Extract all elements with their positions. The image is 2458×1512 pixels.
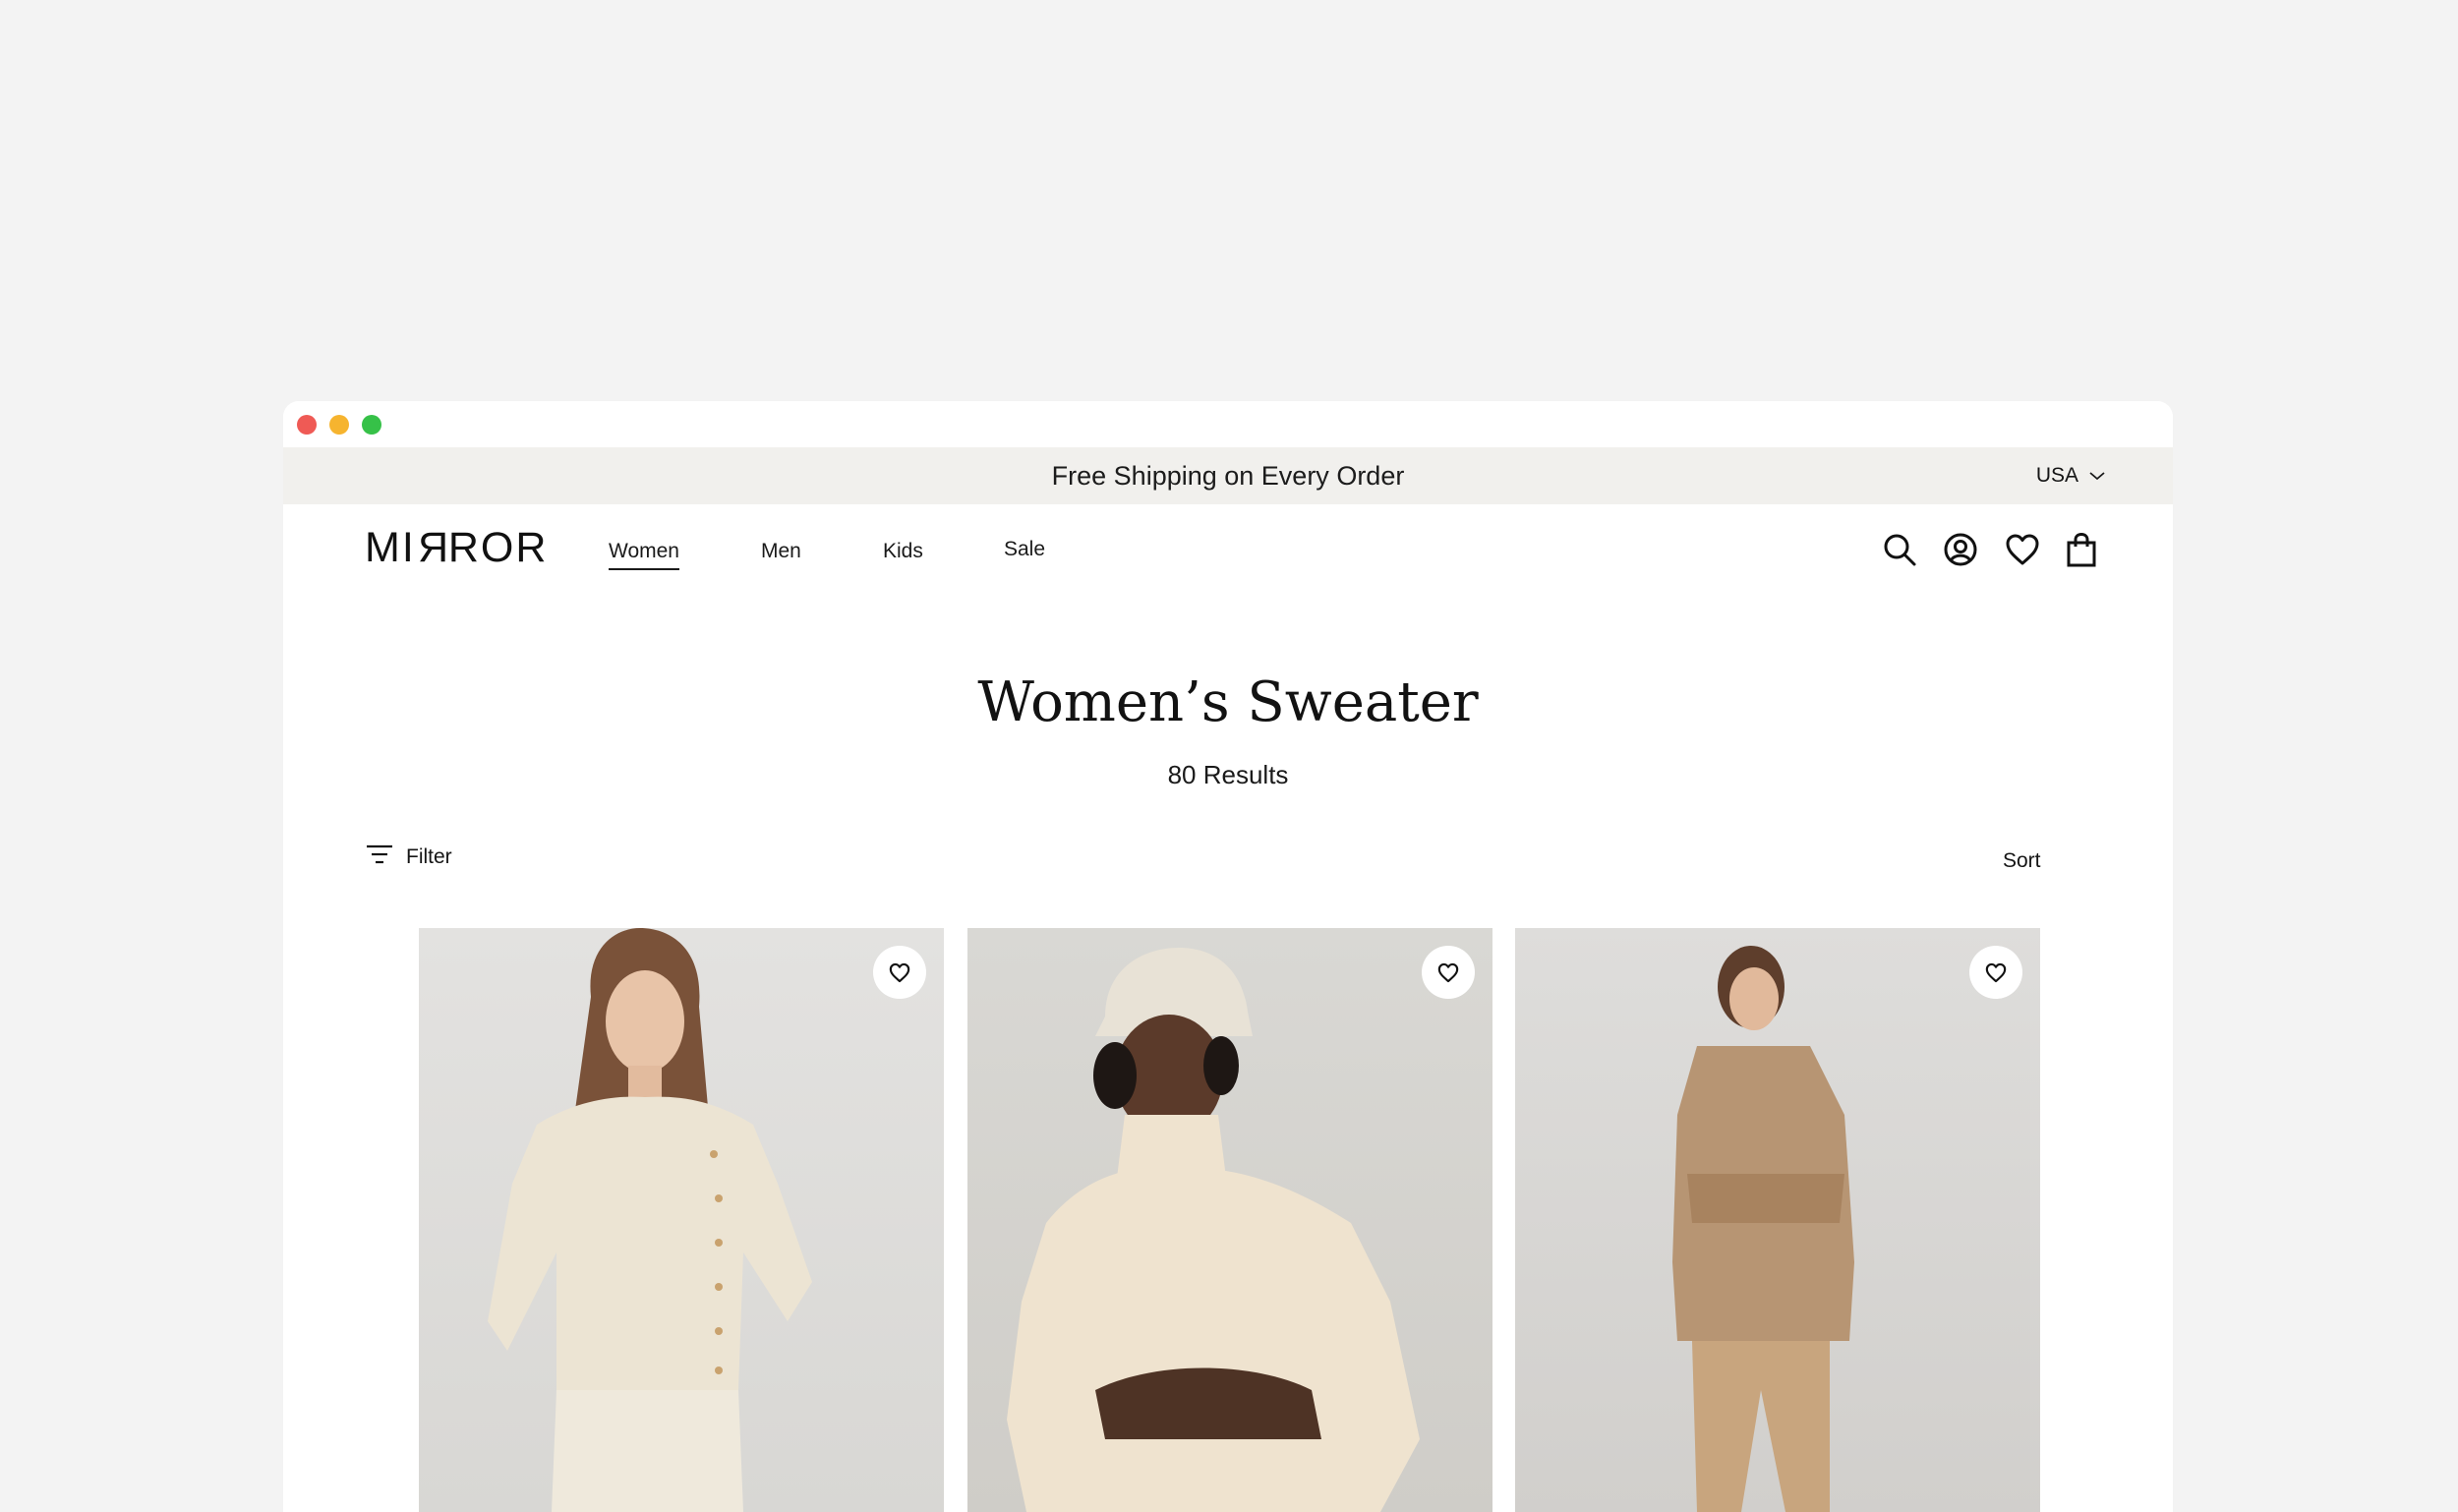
product-image [1515, 928, 2040, 1512]
region-selector[interactable]: USA [2036, 447, 2106, 504]
filter-icon [365, 843, 394, 871]
shopping-bag-icon[interactable] [2062, 530, 2101, 569]
filter-label: Filter [406, 845, 452, 868]
main-navigation: MIRROR Women Men Kids Sale [283, 504, 2173, 603]
heart-icon [1985, 962, 2007, 982]
announcement-bar: Free Shipping on Every Order USA [283, 447, 2173, 504]
heart-icon [1437, 962, 1459, 982]
wishlist-heart-icon[interactable] [2003, 530, 2042, 569]
region-label: USA [2035, 464, 2078, 487]
minimize-window-button[interactable] [329, 415, 349, 435]
announcement-text: Free Shipping on Every Order [1051, 461, 1405, 491]
product-card[interactable] [967, 928, 1492, 1512]
nav-women[interactable]: Women [609, 540, 679, 570]
nav-sale[interactable]: Sale [1004, 538, 1045, 561]
product-card[interactable] [1515, 928, 2040, 1512]
wishlist-button[interactable] [1969, 946, 2022, 999]
filter-button[interactable]: Filter [365, 843, 452, 871]
product-image [967, 928, 1492, 1512]
wishlist-button[interactable] [873, 946, 926, 999]
browser-window: Free Shipping on Every Order USA MIRROR … [283, 401, 2173, 1512]
product-image [419, 928, 944, 1512]
nav-men[interactable]: Men [761, 540, 801, 563]
chevron-down-icon [2088, 470, 2106, 482]
results-count: 80 Results [1167, 760, 1289, 789]
product-card[interactable] [419, 928, 944, 1512]
maximize-window-button[interactable] [362, 415, 381, 435]
close-window-button[interactable] [297, 415, 317, 435]
sort-button[interactable]: Sort [2003, 849, 2041, 873]
brand-logo[interactable]: MIRROR [365, 524, 548, 572]
heart-icon [889, 962, 910, 982]
search-icon[interactable] [1880, 530, 1919, 569]
wishlist-button[interactable] [1422, 946, 1475, 999]
account-icon[interactable] [1941, 530, 1980, 569]
window-titlebar [283, 401, 2173, 447]
nav-kids[interactable]: Kids [883, 540, 923, 563]
page-title: Women’s Sweater [977, 670, 1479, 734]
